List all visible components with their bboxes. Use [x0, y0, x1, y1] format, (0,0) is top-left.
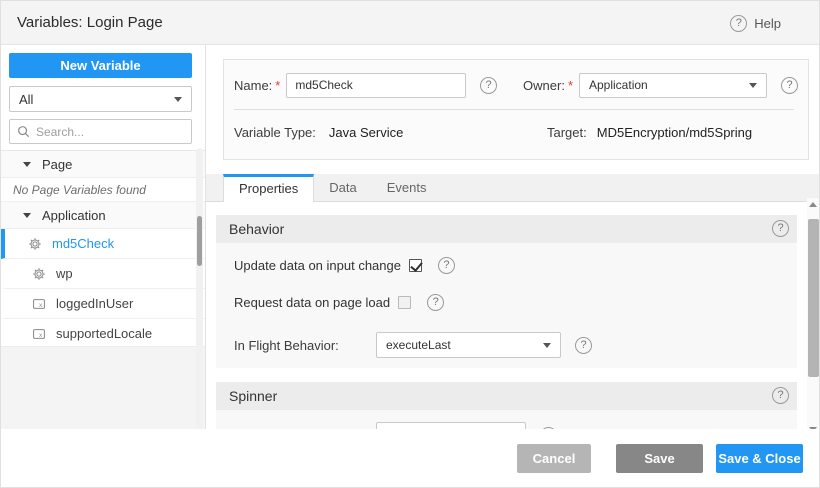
behavior-section-title: Behavior	[229, 221, 284, 237]
collapse-caret-icon	[23, 213, 31, 218]
variables-tree: Page No Page Variables found Application	[1, 150, 205, 349]
spinner-section: Spinner ? Spinner Context: Search Widget…	[216, 382, 797, 434]
search-input[interactable]	[36, 125, 184, 139]
in-flight-behavior-row: In Flight Behavior: executeLast ?	[234, 332, 797, 358]
tree-group-label: Page	[42, 157, 72, 172]
help-button[interactable]: ? Help	[730, 1, 781, 45]
owner-select[interactable]: Application	[579, 73, 767, 98]
variable-detail-panel: Name:* ? Owner:* Application ? Variable …	[206, 45, 820, 488]
required-marker: *	[568, 78, 573, 93]
tree-group-application[interactable]: Application	[1, 202, 205, 229]
dialog-header: Variables: Login Page ? Help	[1, 1, 820, 45]
tree-group-label: Application	[42, 208, 106, 223]
page-empty-message: No Page Variables found	[1, 178, 205, 202]
tree-item-loggedinuser[interactable]: x loggedInUser	[1, 289, 205, 319]
spinner-section-title: Spinner	[229, 388, 277, 404]
variable-type-label: Variable Type:	[234, 125, 316, 140]
chevron-down-icon	[174, 97, 182, 102]
help-icon[interactable]: ?	[772, 387, 789, 404]
tree-item-label: loggedInUser	[56, 296, 133, 311]
update-data-on-input-change-label: Update data on input change	[234, 258, 401, 273]
save-button[interactable]: Save	[616, 444, 703, 473]
variable-filter-select[interactable]: All	[9, 86, 192, 112]
update-data-on-input-change-row: Update data on input change ?	[234, 255, 797, 275]
required-marker: *	[275, 78, 280, 93]
sidebar-filler	[1, 346, 205, 431]
update-data-on-input-change-checkbox[interactable]	[409, 259, 422, 272]
in-flight-behavior-value: executeLast	[386, 338, 451, 352]
variable-type-value: Java Service	[329, 125, 403, 140]
in-flight-behavior-label: In Flight Behavior:	[234, 338, 376, 353]
variables-dialog: Variables: Login Page ? Help New Variabl…	[0, 0, 820, 488]
tree-item-label: wp	[56, 266, 73, 281]
chevron-down-icon	[749, 83, 757, 88]
in-flight-behavior-select[interactable]: executeLast	[376, 332, 561, 358]
save-and-close-button[interactable]: Save & Close	[716, 444, 803, 473]
help-icon[interactable]: ?	[427, 294, 444, 311]
tree-group-page[interactable]: Page	[1, 151, 205, 178]
behavior-section: Behavior ? Update data on input change ?…	[216, 215, 797, 368]
tree-item-label: md5Check	[52, 236, 114, 251]
request-data-on-page-load-label: Request data on page load	[234, 295, 390, 310]
detail-tabs: Properties Data Events	[206, 174, 820, 202]
help-icon[interactable]: ?	[772, 220, 789, 237]
svg-text:x: x	[39, 331, 42, 338]
tree-item-md5check[interactable]: md5Check	[1, 229, 205, 259]
dialog-footer: Cancel Save Save & Close	[1, 429, 819, 487]
target-value: MD5Encryption/md5Spring	[597, 125, 752, 140]
chevron-down-icon	[543, 343, 551, 348]
model-variable-icon: x	[32, 297, 46, 311]
variable-search	[9, 119, 192, 144]
help-icon: ?	[730, 15, 747, 32]
cancel-button[interactable]: Cancel	[517, 444, 591, 473]
target-label: Target:	[547, 125, 587, 140]
new-variable-button[interactable]: New Variable	[9, 53, 192, 78]
sidebar-scrollbar[interactable]	[196, 148, 203, 431]
svg-text:x: x	[39, 301, 42, 308]
name-field[interactable]	[286, 73, 466, 98]
help-icon[interactable]: ?	[575, 337, 592, 354]
tree-item-wp[interactable]: wp	[1, 259, 205, 289]
tab-events[interactable]: Events	[372, 174, 442, 201]
properties-scrollbar[interactable]	[807, 198, 820, 436]
properties-panel: Behavior ? Update data on input change ?…	[206, 202, 820, 434]
properties-scrollbar-thumb[interactable]	[808, 219, 819, 377]
sidebar-scrollbar-thumb[interactable]	[197, 216, 202, 266]
owner-value: Application	[589, 78, 648, 92]
tab-data[interactable]: Data	[314, 174, 371, 201]
request-data-on-page-load-checkbox[interactable]	[398, 296, 411, 309]
help-icon[interactable]: ?	[438, 257, 455, 274]
variable-filter-value: All	[19, 92, 33, 107]
help-label: Help	[754, 16, 781, 31]
name-label: Name:	[234, 78, 272, 93]
search-icon	[17, 125, 30, 138]
variable-summary-box: Name:* ? Owner:* Application ? Variable …	[223, 59, 809, 160]
help-icon[interactable]: ?	[480, 77, 497, 94]
tab-properties[interactable]: Properties	[223, 174, 314, 202]
service-variable-icon	[28, 237, 42, 251]
model-variable-icon: x	[32, 327, 46, 341]
owner-label: Owner:	[523, 78, 565, 93]
tree-item-label: supportedLocale	[56, 326, 152, 341]
collapse-caret-icon	[23, 162, 31, 167]
page-title: Variables: Login Page	[17, 1, 163, 45]
request-data-on-page-load-row: Request data on page load ?	[234, 292, 797, 312]
help-icon[interactable]: ?	[781, 77, 798, 94]
variables-sidebar: New Variable All Page No Page Variables …	[1, 45, 206, 431]
divider	[234, 109, 794, 110]
tree-item-supportedlocale[interactable]: x supportedLocale	[1, 319, 205, 349]
scroll-up-icon[interactable]	[809, 202, 817, 207]
service-variable-icon	[32, 267, 46, 281]
